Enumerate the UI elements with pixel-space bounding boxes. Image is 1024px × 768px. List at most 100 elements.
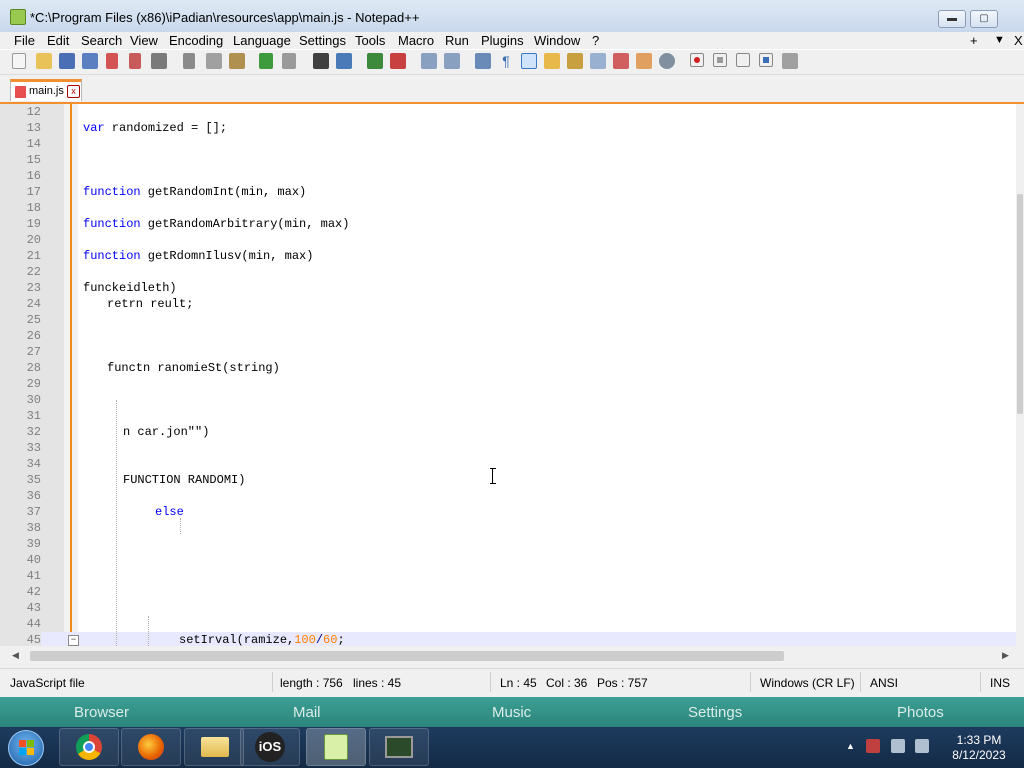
status-lines: lines : 45: [353, 676, 402, 690]
sync-horizontal-icon[interactable]: [444, 53, 460, 69]
run-macro-multiple-icon[interactable]: [759, 53, 773, 67]
user-language-icon[interactable]: [544, 53, 560, 69]
line-number: 18: [26, 201, 41, 215]
line-number: 34: [26, 457, 41, 471]
vertical-scrollbar[interactable]: [1016, 104, 1024, 646]
dock-music[interactable]: Music: [492, 704, 531, 721]
taskbar-file-explorer[interactable]: [184, 728, 244, 766]
add-view-button[interactable]: +: [970, 32, 978, 49]
tab-close-button[interactable]: x: [67, 85, 80, 98]
save-macro-icon[interactable]: [782, 53, 798, 69]
cut-icon[interactable]: [183, 53, 195, 69]
menu-settings[interactable]: Settings: [299, 32, 346, 49]
show-all-characters-icon[interactable]: ¶: [498, 53, 514, 69]
copy-icon[interactable]: [206, 53, 222, 69]
menu-run[interactable]: Run: [445, 32, 469, 49]
function-list-icon[interactable]: [590, 53, 606, 69]
menu-plugins[interactable]: Plugins: [481, 32, 524, 49]
new-file-icon[interactable]: [12, 53, 26, 69]
print-icon[interactable]: [151, 53, 167, 69]
taskbar-chrome[interactable]: [59, 728, 119, 766]
indent-guide-icon[interactable]: [521, 53, 537, 69]
save-icon[interactable]: [59, 53, 75, 69]
fold-collapse-icon[interactable]: −: [68, 635, 79, 646]
close-all-icon[interactable]: [129, 53, 141, 69]
record-macro-icon[interactable]: [690, 53, 704, 67]
code-text: ;: [337, 633, 345, 646]
line-number: 43: [26, 601, 41, 615]
code-text: randomized = [];: [104, 121, 228, 135]
vertical-scroll-thumb[interactable]: [1017, 194, 1023, 414]
line-number: 32: [26, 425, 41, 439]
menu-window[interactable]: Window: [534, 32, 580, 49]
horizontal-scrollbar[interactable]: ◀ ▶: [0, 646, 1024, 668]
replace-icon[interactable]: [336, 53, 352, 69]
system-clock[interactable]: 1:33 PM 8/12/2023: [936, 733, 1022, 763]
dock-photos[interactable]: Photos: [897, 704, 944, 721]
code-line: 42: [0, 584, 1016, 600]
status-encoding: ANSI: [870, 676, 899, 690]
play-macro-icon[interactable]: [736, 53, 750, 67]
code-text: funckeidleth): [83, 281, 177, 295]
menu-edit[interactable]: Edit: [47, 32, 69, 49]
code-line: 13 var randomized = [];: [0, 120, 1016, 136]
monitoring-icon[interactable]: [636, 53, 652, 69]
menu-help[interactable]: ?: [592, 32, 599, 49]
code-number: 60: [323, 633, 338, 646]
zoom-out-icon[interactable]: [390, 53, 406, 69]
menu-search[interactable]: Search: [81, 32, 122, 49]
eye-icon[interactable]: [659, 53, 675, 69]
network-icon[interactable]: [891, 739, 905, 753]
menu-file[interactable]: File: [14, 32, 35, 49]
menu-encoding[interactable]: Encoding: [169, 32, 223, 49]
maximize-button[interactable]: ▢: [970, 10, 998, 28]
indent-guide: [180, 518, 181, 534]
action-center-flag-icon[interactable]: [866, 739, 880, 753]
code-line: 25: [0, 312, 1016, 328]
taskbar-terminal[interactable]: [369, 728, 429, 766]
dock-browser[interactable]: Browser: [74, 704, 129, 721]
close-icon[interactable]: [106, 53, 118, 69]
folder-workspace-icon[interactable]: [613, 53, 629, 69]
open-file-icon[interactable]: [36, 53, 52, 69]
sync-vertical-icon[interactable]: [421, 53, 437, 69]
start-button[interactable]: [8, 730, 44, 766]
code-line: 33: [0, 440, 1016, 456]
taskbar-notepad-plus-plus[interactable]: [306, 728, 366, 766]
code-line: 19 function getRandomArbitrary(min, max): [0, 216, 1016, 232]
tab-main-js[interactable]: main.js x: [10, 79, 82, 101]
show-hidden-icons-icon[interactable]: ▲: [846, 741, 855, 751]
dock-mail[interactable]: Mail: [293, 704, 321, 721]
code-editor[interactable]: 12 13 var randomized = []; 14 15 16 17 fun…: [0, 104, 1016, 646]
dock-settings[interactable]: Settings: [688, 704, 742, 721]
word-wrap-icon[interactable]: [475, 53, 491, 69]
menu-view[interactable]: View: [130, 32, 158, 49]
line-number: 42: [26, 585, 41, 599]
save-all-icon[interactable]: [82, 53, 98, 69]
code-keyword: function: [83, 217, 141, 231]
code-line: 27: [0, 344, 1016, 360]
zoom-in-icon[interactable]: [367, 53, 383, 69]
volume-muted-icon[interactable]: [915, 739, 929, 753]
stop-macro-icon[interactable]: [713, 53, 727, 67]
scroll-right-arrow-icon[interactable]: ▶: [1002, 650, 1009, 661]
undo-icon[interactable]: [259, 53, 273, 69]
view-list-button[interactable]: ▼: [994, 32, 1005, 49]
taskbar-firefox[interactable]: [121, 728, 181, 766]
taskbar-ipadian[interactable]: iOS: [240, 728, 300, 766]
close-doc-button[interactable]: X: [1014, 32, 1023, 49]
minimize-button[interactable]: ▬: [938, 10, 966, 28]
redo-icon[interactable]: [282, 53, 296, 69]
find-icon[interactable]: [313, 53, 329, 69]
code-line: 18: [0, 200, 1016, 216]
menu-tools[interactable]: Tools: [355, 32, 385, 49]
menu-language[interactable]: Language: [233, 32, 291, 49]
paste-icon[interactable]: [229, 53, 245, 69]
menu-macro[interactable]: Macro: [398, 32, 434, 49]
doc-map-icon[interactable]: [567, 53, 583, 69]
scroll-left-arrow-icon[interactable]: ◀: [12, 650, 19, 661]
horizontal-scroll-thumb[interactable]: [30, 651, 784, 661]
code-line: 30: [0, 392, 1016, 408]
chrome-icon: [76, 734, 102, 760]
line-number: 23: [26, 281, 41, 295]
